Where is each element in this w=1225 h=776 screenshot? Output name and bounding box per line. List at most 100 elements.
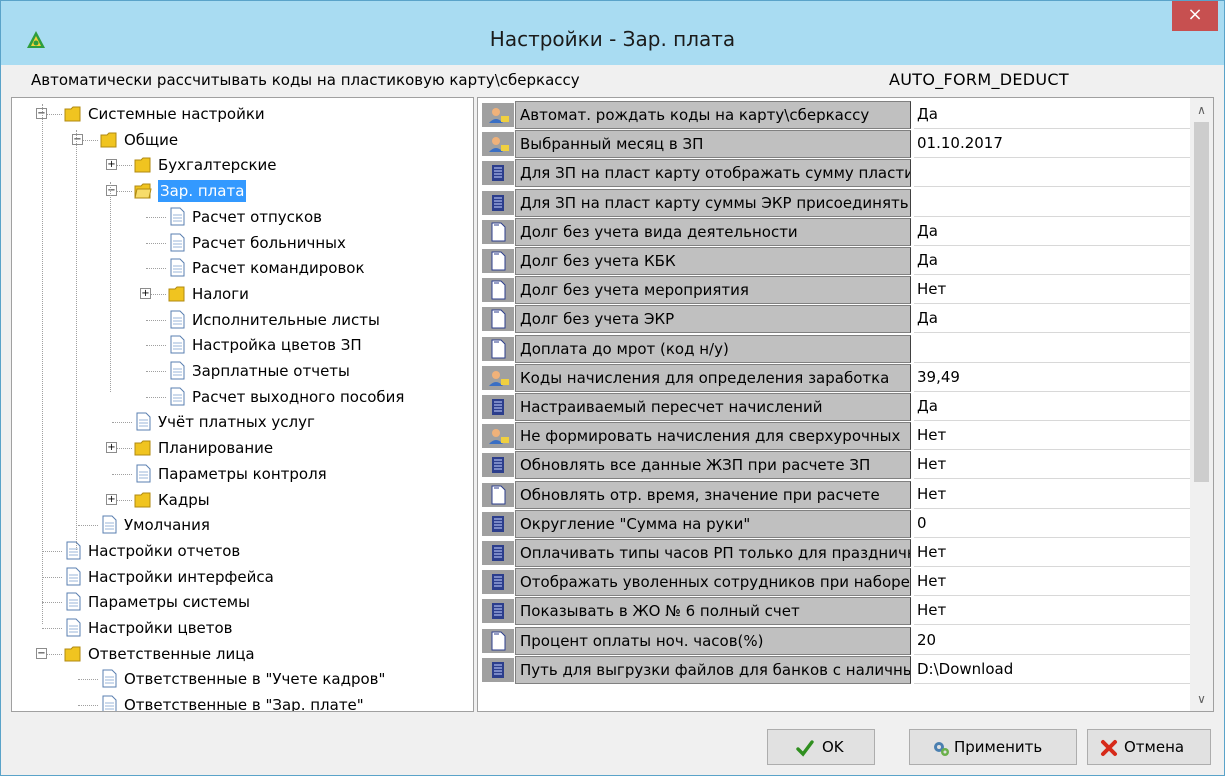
setting-name[interactable]: Долг без учета ЭКР <box>515 305 911 334</box>
setting-row[interactable]: Показывать в ЖО № 6 полный счет Нет <box>478 597 1190 626</box>
tree-item[interactable]: Исполнительные листы <box>12 307 472 333</box>
setting-name[interactable]: Долг без учета мероприятия <box>515 276 911 305</box>
expand-icon[interactable]: + <box>140 287 151 299</box>
tree-item[interactable]: + Кадры <box>12 487 472 513</box>
tree-item[interactable]: Расчет отпусков <box>12 204 472 230</box>
setting-value[interactable]: Нет <box>914 481 1190 509</box>
scrollbar-thumb[interactable] <box>1194 122 1209 482</box>
expand-icon[interactable]: + <box>106 493 117 505</box>
setting-name[interactable]: Долг без учета вида деятельности <box>515 217 911 246</box>
expand-icon[interactable]: + <box>106 159 117 171</box>
tree-item[interactable]: − Системные настройки <box>12 101 472 127</box>
tree-item[interactable]: Настройки цветов <box>12 615 472 641</box>
scroll-down-arrow-icon[interactable]: ∨ <box>1190 689 1213 709</box>
setting-name[interactable]: Не формировать начисления для сверхурочн… <box>515 422 911 451</box>
setting-value[interactable]: 39,49 <box>914 364 1190 392</box>
setting-value[interactable]: Да <box>914 393 1190 421</box>
tree-item[interactable]: Расчет больничных <box>12 230 472 256</box>
setting-value[interactable]: 0 <box>914 510 1190 538</box>
tree-item[interactable]: Ответственные в "Учете кадров" <box>12 666 472 692</box>
setting-row[interactable]: Выбранный месяц в ЗП 01.10.2017 <box>478 130 1190 159</box>
setting-name[interactable]: Для ЗП на пласт карту суммы ЭКР присоеди… <box>515 188 911 217</box>
setting-row[interactable]: Оплачивать типы часов РП только для праз… <box>478 539 1190 567</box>
setting-row[interactable]: Для ЗП на пласт карту отображать сумму п… <box>478 159 1190 188</box>
settings-tree[interactable]: − Системные настройки − Общие + Бухгалтерские… <box>11 97 474 712</box>
close-button[interactable]: × <box>1172 1 1218 31</box>
setting-row[interactable]: Долг без учета вида деятельности Да <box>478 217 1190 246</box>
setting-row[interactable]: Для ЗП на пласт карту суммы ЭКР присоеди… <box>478 188 1190 217</box>
tree-item[interactable]: − Общие <box>12 127 472 153</box>
setting-value[interactable]: 20 <box>914 627 1190 655</box>
setting-value[interactable]: Да <box>914 247 1190 275</box>
setting-row[interactable]: Обновлять все данные ЖЗП при расчете ЗП Н… <box>478 451 1190 480</box>
setting-row[interactable]: Долг без учета КБК Да <box>478 247 1190 275</box>
tree-item[interactable]: − Ответственные лица <box>12 641 472 667</box>
setting-value[interactable]: Нет <box>914 276 1190 305</box>
setting-value[interactable] <box>914 189 1190 217</box>
vertical-scrollbar[interactable]: ∧ ∨ <box>1190 98 1213 711</box>
collapse-icon[interactable]: − <box>36 647 47 659</box>
setting-row[interactable]: Долг без учета ЭКР Да <box>478 305 1190 334</box>
setting-name[interactable]: Обновлять отр. время, значение при расче… <box>515 480 911 509</box>
setting-name[interactable]: Выбранный месяц в ЗП <box>515 130 911 159</box>
setting-value[interactable]: 01.10.2017 <box>914 130 1190 159</box>
setting-name[interactable]: Настраиваемый пересчет начислений <box>515 393 911 421</box>
setting-row[interactable]: Автомат. рождать коды на карту\сберкассу… <box>478 101 1190 129</box>
setting-value[interactable]: Да <box>914 305 1190 334</box>
tree-item[interactable]: Умолчания <box>12 512 472 538</box>
setting-row[interactable]: Доплата до мрот (код н/у) <box>478 334 1190 363</box>
setting-value[interactable]: Нет <box>914 568 1190 597</box>
setting-value[interactable] <box>914 335 1190 363</box>
setting-row[interactable]: Коды начисления для определения заработк… <box>478 363 1190 392</box>
setting-row[interactable]: Долг без учета мероприятия Нет <box>478 276 1190 305</box>
setting-value[interactable]: Да <box>914 218 1190 246</box>
cancel-button[interactable]: Отмена <box>1087 729 1211 765</box>
setting-row[interactable]: Путь для выгрузки файлов для банков с на… <box>478 655 1190 684</box>
setting-value[interactable]: Нет <box>914 422 1190 451</box>
setting-name[interactable]: Доплата до мрот (код н/у) <box>515 334 911 363</box>
tree-item[interactable]: Ответственные в "Зар. плате" <box>12 692 472 711</box>
setting-value[interactable]: D:\Download <box>914 656 1190 684</box>
tree-item[interactable]: Расчет командировок <box>12 255 472 281</box>
tree-item[interactable]: Параметры контроля <box>12 461 472 487</box>
setting-name[interactable]: Долг без учета КБК <box>515 247 911 275</box>
tree-item[interactable]: + Планирование <box>12 435 472 461</box>
setting-name[interactable]: Округление "Сумма на руки" <box>515 509 911 538</box>
expand-icon[interactable]: + <box>106 442 117 454</box>
tree-item[interactable]: − Зар. плата <box>12 178 472 204</box>
setting-row[interactable]: Настраиваемый пересчет начислений Да <box>478 393 1190 421</box>
setting-row[interactable]: Обновлять отр. время, значение при расче… <box>478 480 1190 509</box>
collapse-icon[interactable]: − <box>72 133 83 145</box>
tree-item[interactable]: Настройка цветов ЗП <box>12 332 472 358</box>
setting-name[interactable]: Процент оплаты ноч. часов(%) <box>515 626 911 655</box>
setting-name[interactable]: Путь для выгрузки файлов для банков с на… <box>515 655 911 684</box>
collapse-icon[interactable]: − <box>106 185 117 197</box>
setting-name[interactable]: Показывать в ЖО № 6 полный счет <box>515 597 911 626</box>
tree-item[interactable]: Учёт платных услуг <box>12 409 472 435</box>
tree-item[interactable]: Параметры системы <box>12 589 472 615</box>
setting-name[interactable]: Коды начисления для определения заработк… <box>515 363 911 392</box>
tree-item[interactable]: Зарплатные отчеты <box>12 358 472 384</box>
title-bar[interactable]: Настройки - Зар. плата × <box>1 1 1224 65</box>
setting-name[interactable]: Отображать уволенных сотрудников при наб… <box>515 568 911 597</box>
setting-value[interactable] <box>914 159 1190 188</box>
setting-name[interactable]: Автомат. рождать коды на карту\сберкассу <box>515 101 911 129</box>
ok-button[interactable]: OK <box>767 729 875 765</box>
tree-item[interactable]: Расчет выходного пособия <box>12 384 472 410</box>
setting-row[interactable]: Отображать уволенных сотрудников при наб… <box>478 568 1190 597</box>
setting-name[interactable]: Оплачивать типы часов РП только для праз… <box>515 539 911 567</box>
tree-item[interactable]: + Налоги <box>12 281 472 307</box>
settings-grid[interactable]: Путь для выгрузки файлов для банков с на… <box>477 97 1214 712</box>
scroll-up-arrow-icon[interactable]: ∧ <box>1190 100 1213 120</box>
setting-name[interactable]: Для ЗП на пласт карту отображать сумму п… <box>515 159 911 188</box>
tree-item[interactable]: Настройки отчетов <box>12 538 472 564</box>
setting-value[interactable]: Нет <box>914 451 1190 480</box>
setting-row[interactable]: Округление "Сумма на руки" 0 <box>478 509 1190 538</box>
tree-item[interactable]: Настройки интерфейса <box>12 564 472 590</box>
setting-value[interactable]: Нет <box>914 597 1190 626</box>
apply-button[interactable]: Применить <box>909 729 1077 765</box>
setting-row[interactable]: Не формировать начисления для сверхурочн… <box>478 422 1190 451</box>
setting-value[interactable]: Да <box>914 101 1190 129</box>
setting-value[interactable]: Нет <box>914 539 1190 567</box>
tree-item[interactable]: + Бухгалтерские <box>12 152 472 178</box>
